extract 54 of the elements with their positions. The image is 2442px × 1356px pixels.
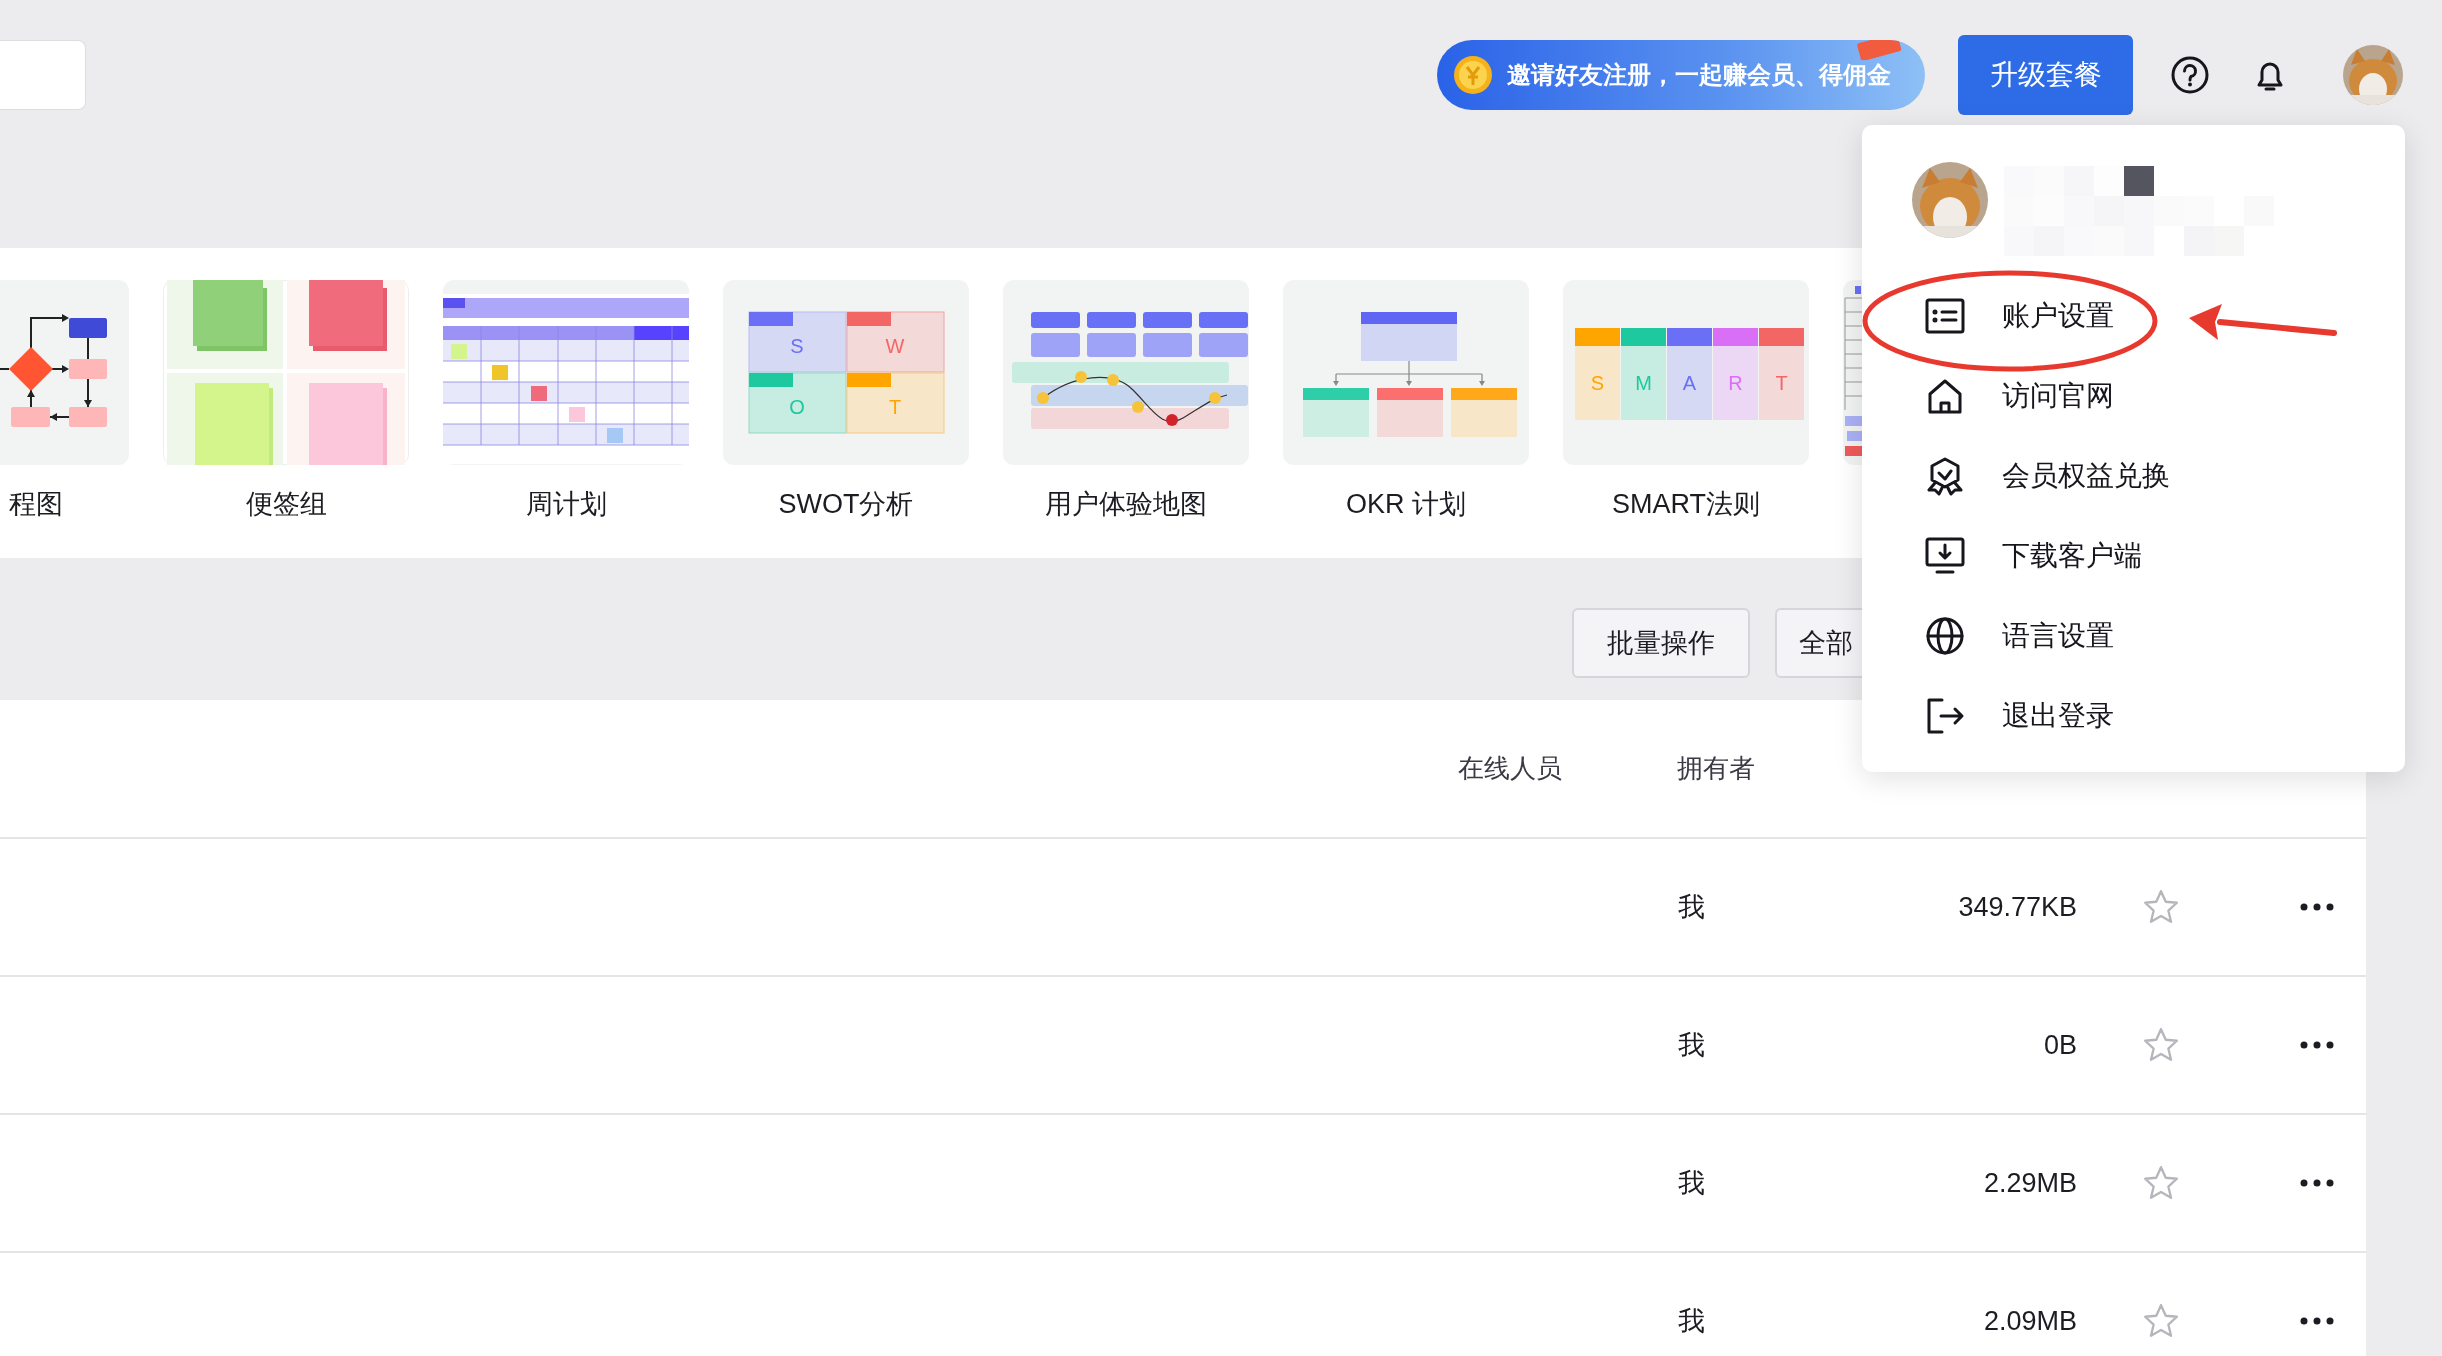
column-header: 在线人员 <box>1458 752 1562 785</box>
smart-letter: R <box>1728 372 1743 394</box>
help-icon[interactable] <box>2170 55 2210 95</box>
template-label: SMART法则 <box>1612 488 1760 521</box>
smart-letter: T <box>1775 372 1788 394</box>
journey-map-drawing[interactable] <box>1003 280 1249 465</box>
template-label: 便签组 <box>245 488 327 521</box>
file-size-cell-text: 0B <box>2042 1029 2077 1061</box>
more-icon[interactable] <box>2300 1041 2334 1049</box>
toolbar-button[interactable]: 批量操作 <box>1572 608 1750 678</box>
owner-cell-text: 我 <box>1678 1029 1706 1062</box>
file-size-cell-text: 349.77KB <box>1957 891 2077 923</box>
template-label: OKR 计划 <box>1346 488 1466 521</box>
template-label: SWOT分析 <box>778 488 914 521</box>
menu-item[interactable]: 会员权益兑换 <box>1862 436 2405 516</box>
swot-letter: S <box>790 335 804 357</box>
badge-icon <box>1925 456 1965 496</box>
upgrade-button[interactable]: 升级套餐 <box>1958 35 2133 115</box>
owner-cell-text: 我 <box>1678 1305 1706 1338</box>
globe-icon <box>1925 616 1965 656</box>
coin-icon <box>1453 55 1493 95</box>
menu-item[interactable]: 访问官网 <box>1862 356 2405 436</box>
owner-cell-text: 我 <box>1678 891 1706 924</box>
logout-icon <box>1925 696 1965 736</box>
file-size-cell-text: 2.29MB <box>1982 1167 2077 1199</box>
swot-letter: O <box>789 396 805 418</box>
star-icon[interactable] <box>2142 1302 2180 1340</box>
smart-letter: S <box>1590 372 1605 394</box>
template-label: 周计划 <box>525 488 607 521</box>
smart-letter: A <box>1682 372 1697 394</box>
star-icon[interactable] <box>2142 1026 2180 1064</box>
template-label: 用户体验地图 <box>1045 488 1207 521</box>
swot-letter: W <box>885 335 905 357</box>
list-card-icon <box>1925 296 1965 336</box>
menu-item[interactable]: 退出登录 <box>1862 676 2405 756</box>
invite-banner[interactable]: 邀请好友注册，一起赚会员、得佣金 <box>1437 40 1925 110</box>
swot-letter: T <box>888 396 902 418</box>
sticky-notes-drawing[interactable] <box>163 280 409 465</box>
more-icon[interactable] <box>2300 903 2334 911</box>
download-icon <box>1925 536 1965 576</box>
column-header: 拥有者 <box>1677 752 1755 785</box>
menu-item[interactable]: 下载客户端 <box>1862 516 2405 596</box>
okr-drawing[interactable] <box>1283 280 1529 465</box>
more-icon[interactable] <box>2300 1317 2334 1325</box>
menu-item[interactable]: 账户设置 <box>1862 276 2405 356</box>
smart-letter: M <box>1635 372 1652 394</box>
weekly-plan-drawing[interactable] <box>443 280 689 465</box>
more-icon[interactable] <box>2300 1179 2334 1187</box>
star-icon[interactable] <box>2142 888 2180 926</box>
owner-cell-text: 我 <box>1678 1167 1706 1200</box>
template-label: 程图 <box>9 488 63 521</box>
search-field[interactable] <box>0 40 86 110</box>
star-icon[interactable] <box>2142 1164 2180 1202</box>
file-size-cell-text: 2.09MB <box>1982 1305 2077 1337</box>
